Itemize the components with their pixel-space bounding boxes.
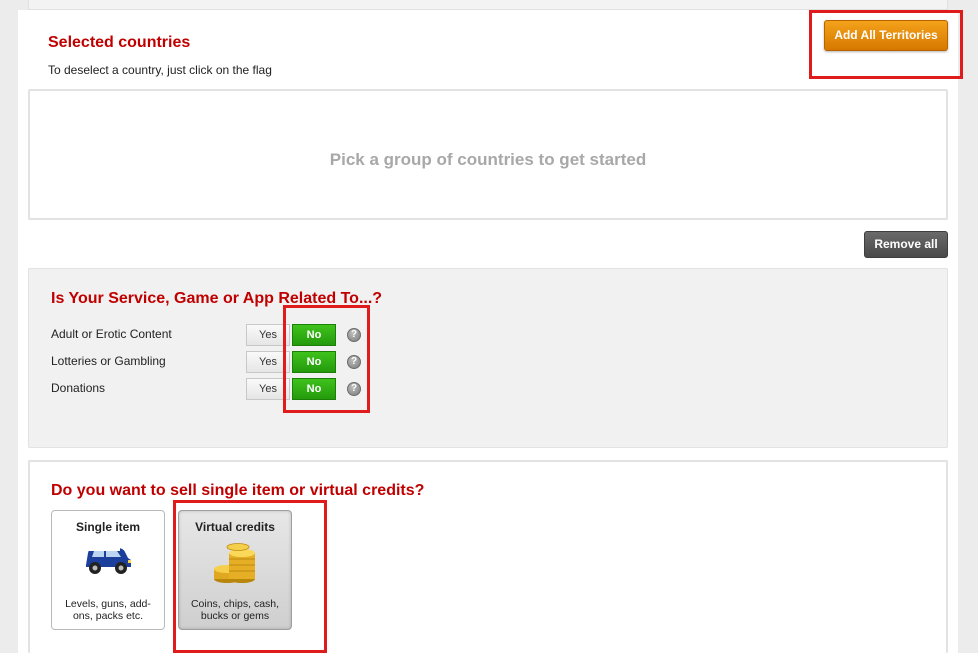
virtual-credits-description: Coins, chips, cash, bucks or gems: [190, 598, 280, 622]
single-item-option[interactable]: Single item Levels, guns, add-ons, packs…: [51, 510, 165, 630]
single-item-title: Single item: [75, 520, 140, 534]
selected-countries-title: Selected countries: [48, 34, 191, 51]
selected-countries-area[interactable]: Pick a group of countries to get started: [28, 89, 948, 220]
gambling-no-button[interactable]: No: [292, 351, 336, 373]
top-panel: [28, 0, 948, 10]
donations-no-button[interactable]: No: [292, 378, 336, 400]
coins-icon: [214, 543, 255, 583]
virtual-credits-title: Virtual credits: [195, 520, 275, 534]
adult-content-help-icon[interactable]: ?: [347, 328, 361, 342]
deselect-hint: To deselect a country, just click on the…: [48, 63, 272, 77]
sell-type-title: Do you want to sell single item or virtu…: [51, 482, 425, 499]
single-item-description: Levels, guns, add-ons, packs etc.: [65, 598, 151, 622]
adult-content-yes-button[interactable]: Yes: [246, 324, 290, 346]
adult-content-no-button[interactable]: No: [292, 324, 336, 346]
donations-label: Donations: [51, 381, 106, 395]
adult-content-label: Adult or Erotic Content: [51, 327, 172, 341]
empty-countries-message: Pick a group of countries to get started: [329, 150, 647, 169]
car-icon: [86, 548, 131, 574]
donations-help-icon[interactable]: ?: [347, 382, 361, 396]
remove-all-button[interactable]: Remove all: [864, 231, 948, 258]
virtual-credits-option[interactable]: Virtual credits Coins, chips, cash, buck…: [178, 510, 292, 630]
donations-yes-button[interactable]: Yes: [246, 378, 290, 400]
add-all-territories-button[interactable]: Add All Territories: [824, 20, 948, 51]
related-to-title: Is Your Service, Game or App Related To.…: [51, 290, 383, 307]
gambling-help-icon[interactable]: ?: [347, 355, 361, 369]
page: Selected countries To deselect a country…: [0, 0, 978, 653]
gambling-yes-button[interactable]: Yes: [246, 351, 290, 373]
gambling-label: Lotteries or Gambling: [51, 354, 166, 368]
